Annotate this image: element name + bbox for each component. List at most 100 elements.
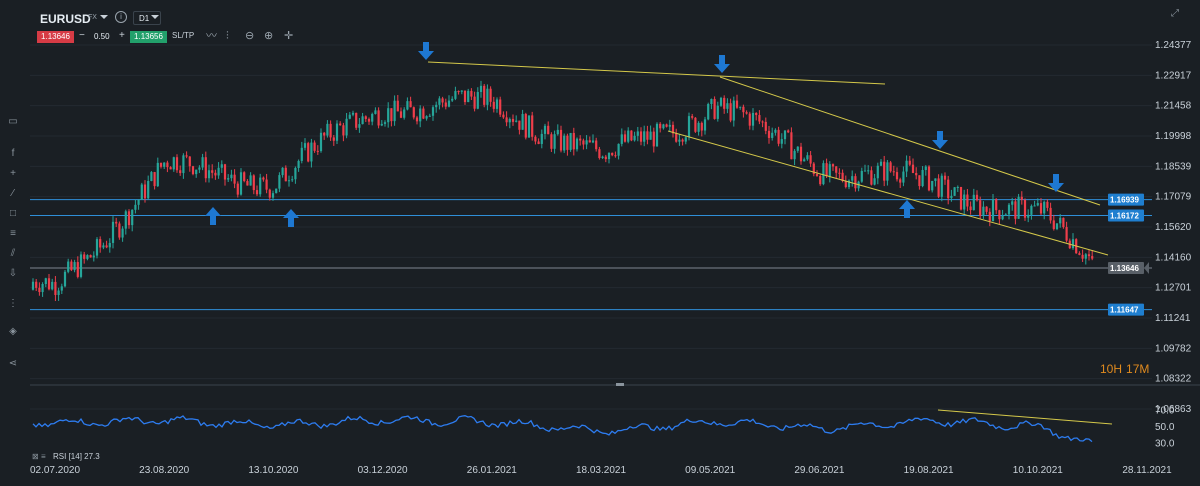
candle xyxy=(956,186,959,188)
rsi-settings-icon[interactable]: ⊠ xyxy=(32,452,39,461)
candle xyxy=(915,172,918,176)
time-tick-label: 26.01.2021 xyxy=(467,465,517,476)
price-chart[interactable]: 1.24377 1.22917 1.21458 1.19998 1.18539 1.170… xyxy=(0,0,1200,486)
time-axis[interactable]: 02.07.2020 23.08.2020 13.10.2020 03.12.2020… xyxy=(30,465,1172,476)
candle xyxy=(425,116,428,119)
candle xyxy=(822,163,825,185)
candle xyxy=(604,156,607,160)
candle xyxy=(630,130,633,141)
candle xyxy=(643,131,646,142)
rsi-tick-label: 30.0 xyxy=(1155,439,1175,450)
candle xyxy=(835,166,838,173)
candle xyxy=(639,131,643,142)
candle xyxy=(47,278,51,290)
candle xyxy=(873,178,876,185)
candle xyxy=(275,188,278,194)
price-tick-label: 1.18539 xyxy=(1155,161,1192,172)
price-axis[interactable]: 1.24377 1.22917 1.21458 1.19998 1.18539 1.170… xyxy=(1155,40,1192,415)
rsi-params: [14] xyxy=(69,452,82,461)
candle xyxy=(108,242,111,248)
arrow-down-icon xyxy=(1048,174,1064,192)
candle xyxy=(252,175,255,191)
candle xyxy=(966,194,969,207)
candle xyxy=(755,112,758,116)
candle xyxy=(150,172,153,181)
price-line-value: 1.16172 xyxy=(1110,212,1139,221)
candle xyxy=(102,245,105,248)
candle xyxy=(239,172,243,195)
candle xyxy=(585,140,588,145)
candle xyxy=(339,123,342,126)
candle xyxy=(534,136,537,142)
candle xyxy=(649,131,652,140)
candle xyxy=(86,255,89,259)
candle xyxy=(131,209,134,226)
candle xyxy=(659,123,662,129)
candle xyxy=(419,108,422,122)
candle xyxy=(796,146,799,151)
price-tick-label: 1.11241 xyxy=(1155,313,1191,324)
candle xyxy=(502,114,505,118)
candle xyxy=(758,115,761,122)
candle xyxy=(825,163,828,177)
candle xyxy=(1052,220,1055,230)
candle xyxy=(207,170,211,179)
time-tick-label: 19.08.2021 xyxy=(904,465,954,476)
candle xyxy=(415,117,419,122)
candle xyxy=(1043,201,1046,214)
candle xyxy=(892,171,895,173)
candle xyxy=(1014,201,1017,219)
candle xyxy=(335,123,339,141)
candle xyxy=(319,132,323,152)
candle xyxy=(591,140,595,143)
candle xyxy=(729,103,732,121)
candle xyxy=(35,281,38,288)
candle xyxy=(1062,217,1065,228)
candle xyxy=(540,133,543,144)
pane-resize-handle[interactable] xyxy=(616,383,624,386)
candle xyxy=(947,179,950,199)
candle xyxy=(143,184,147,199)
candle xyxy=(323,132,326,136)
price-tag-pointer xyxy=(1144,262,1149,275)
candle xyxy=(963,194,966,210)
rsi-tick-label: 50.0 xyxy=(1155,422,1175,433)
trendline xyxy=(719,76,1101,206)
rsi-menu-icon[interactable]: ≡ xyxy=(41,452,46,461)
candle xyxy=(163,162,166,167)
candle xyxy=(1023,199,1027,218)
candle xyxy=(924,166,927,170)
candle xyxy=(95,239,99,256)
candle xyxy=(403,109,406,118)
candle xyxy=(457,91,460,93)
candle xyxy=(182,155,185,174)
candle xyxy=(431,107,435,116)
candle xyxy=(1030,205,1033,215)
candle xyxy=(931,180,934,191)
candle xyxy=(537,141,540,144)
candle xyxy=(393,100,396,122)
candle xyxy=(515,120,518,122)
candle xyxy=(531,115,534,137)
candle xyxy=(614,155,617,157)
candle xyxy=(860,170,863,182)
candle xyxy=(982,206,985,216)
candle xyxy=(803,159,806,162)
candle xyxy=(505,117,508,123)
candle xyxy=(844,180,847,188)
candle xyxy=(991,199,995,222)
candle xyxy=(1065,227,1068,241)
candle xyxy=(985,206,988,212)
candle xyxy=(51,281,54,290)
price-tick-label: 1.15620 xyxy=(1155,222,1192,233)
candle xyxy=(815,173,819,176)
candle xyxy=(271,193,275,198)
candle xyxy=(601,156,604,159)
candle xyxy=(300,147,303,161)
candle xyxy=(41,284,44,293)
candle xyxy=(188,156,191,167)
candle xyxy=(511,118,515,122)
time-tick-label: 28.11.2021 xyxy=(1122,465,1172,476)
candle xyxy=(1059,217,1062,224)
candle xyxy=(399,111,403,118)
